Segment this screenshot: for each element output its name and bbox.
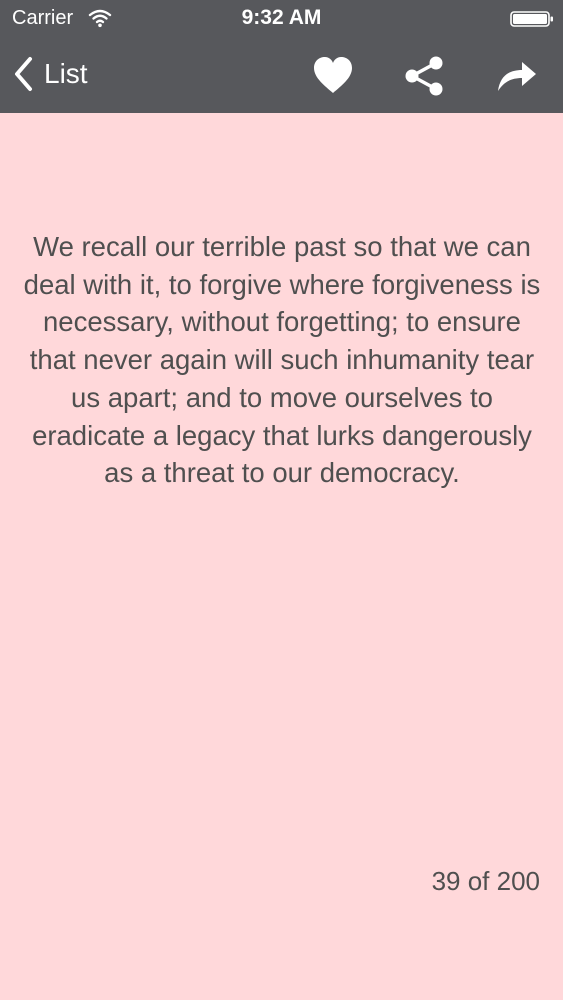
quote-text: We recall our terrible past so that we c… [23, 231, 541, 489]
status-bar: Carrier 9:32 AM [0, 0, 563, 38]
share-icon[interactable] [403, 54, 447, 98]
page-counter: 39 of 200 [431, 866, 540, 896]
quote-container: We recall our terrible past so that we c… [22, 228, 542, 492]
status-time: 9:32 AM [241, 6, 322, 29]
back-button[interactable]: List [12, 54, 88, 94]
quote-detail-screen: Carrier 9:32 AM List We recall our terri… [0, 0, 563, 1000]
navigation-bar: List [0, 38, 563, 113]
top-bar: Carrier 9:32 AM List [0, 0, 563, 113]
forward-arrow-icon[interactable] [494, 54, 538, 98]
heart-icon[interactable] [311, 54, 355, 98]
battery-icon [510, 11, 553, 27]
chevron-left-icon [15, 57, 32, 91]
back-button-label: List [44, 58, 88, 89]
